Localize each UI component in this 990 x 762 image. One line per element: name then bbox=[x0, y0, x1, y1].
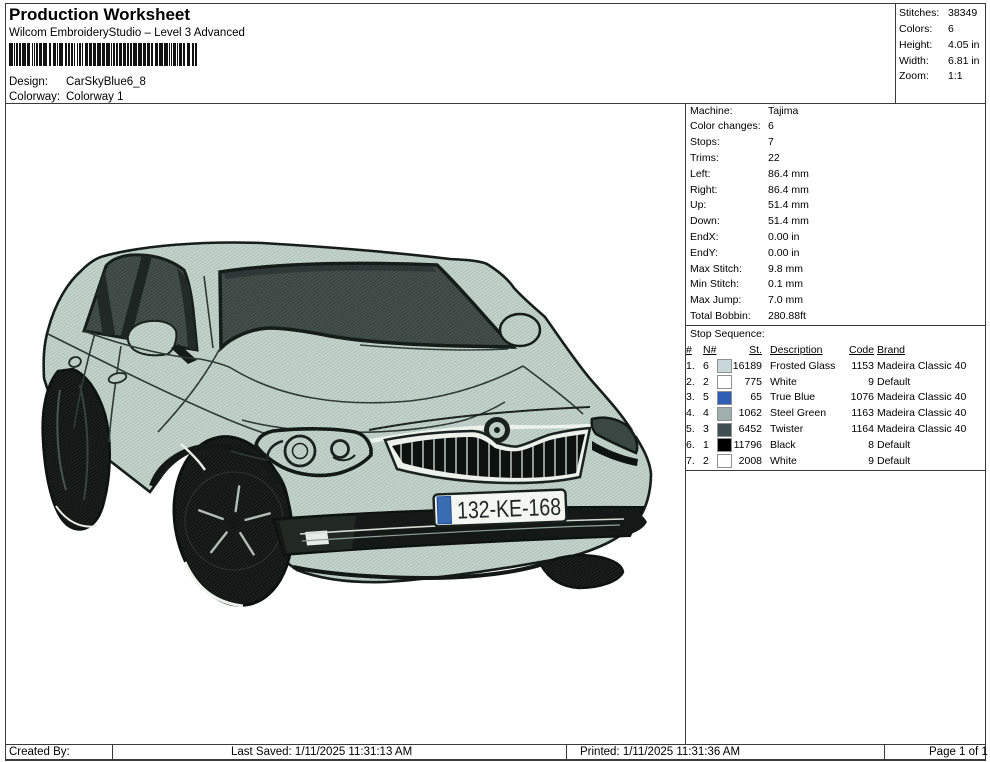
svg-text:132-KE-168: 132-KE-168 bbox=[457, 494, 562, 525]
